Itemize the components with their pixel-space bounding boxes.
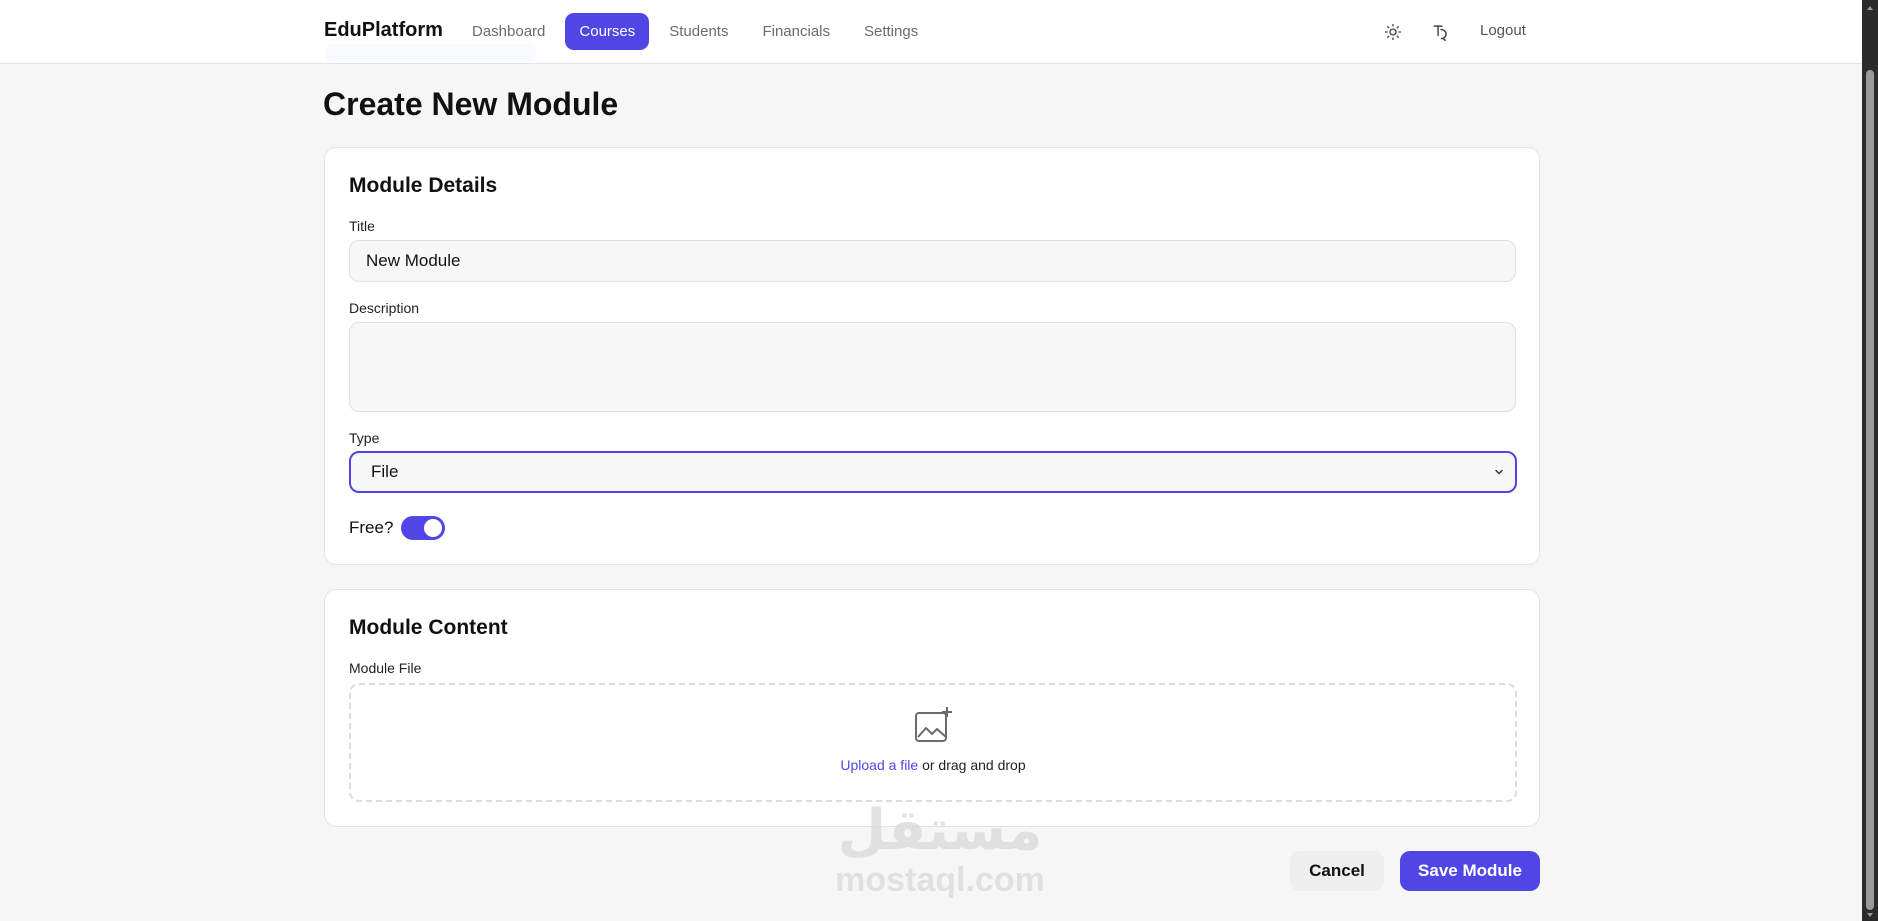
- faded-overlay: [326, 44, 536, 62]
- save-module-button[interactable]: Save Module: [1400, 851, 1540, 891]
- title-input[interactable]: New Module: [349, 240, 1516, 282]
- module-file-label: Module File: [349, 660, 422, 676]
- free-label: Free?: [349, 518, 394, 537]
- logout-button[interactable]: Logout: [1480, 22, 1526, 39]
- module-details-card: Module Details Title New Module Descript…: [324, 147, 1540, 565]
- drag-drop-text: or drag and drop: [918, 757, 1026, 773]
- language-icon[interactable]: [1428, 19, 1454, 45]
- title-label: Title: [349, 218, 375, 234]
- watermark-latin: mostaql.com: [835, 861, 1045, 899]
- type-select[interactable]: File: [349, 451, 1517, 493]
- module-content-card: Module Content Module File Upload a file…: [324, 589, 1540, 827]
- nav-settings[interactable]: Settings: [850, 13, 932, 50]
- top-navbar: EduPlatform Dashboard Courses Students F…: [0, 0, 1862, 64]
- sun-icon[interactable]: [1380, 19, 1406, 45]
- dropzone-text: Upload a file or drag and drop: [351, 757, 1515, 773]
- scroll-down-icon[interactable]: [1866, 911, 1874, 919]
- chevron-down-icon: [1495, 469, 1503, 475]
- free-toggle-row: Free?: [349, 516, 446, 540]
- type-label: Type: [349, 430, 380, 446]
- brand-logo[interactable]: EduPlatform: [324, 19, 443, 42]
- page-title: Create New Module: [323, 86, 619, 122]
- description-label: Description: [349, 300, 420, 316]
- nav-courses[interactable]: Courses: [565, 13, 650, 50]
- upload-file-link[interactable]: Upload a file: [840, 757, 918, 773]
- watermark-arabic: مستقل: [837, 798, 1043, 863]
- scroll-thumb[interactable]: [1866, 70, 1874, 910]
- free-toggle[interactable]: [401, 516, 446, 540]
- mostaql-watermark: مستقل mostaql.com: [820, 798, 1060, 899]
- type-select-value: File: [371, 462, 399, 481]
- module-details-heading: Module Details: [349, 174, 498, 197]
- scroll-up-icon[interactable]: [1866, 4, 1874, 12]
- module-content-heading: Module Content: [349, 616, 508, 639]
- page-scrollbar[interactable]: [1862, 0, 1878, 921]
- toggle-knob: [424, 519, 443, 537]
- cancel-button[interactable]: Cancel: [1290, 851, 1384, 891]
- image-upload-icon: [915, 707, 952, 742]
- nav-financials[interactable]: Financials: [748, 13, 844, 50]
- description-textarea[interactable]: [349, 322, 1516, 412]
- file-dropzone[interactable]: Upload a file or drag and drop: [349, 683, 1517, 802]
- nav-students[interactable]: Students: [655, 13, 742, 50]
